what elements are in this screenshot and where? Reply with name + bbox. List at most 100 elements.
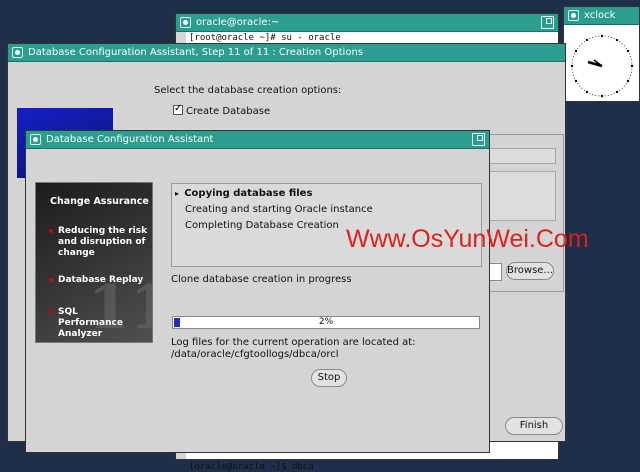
clock-tick xyxy=(572,59,574,61)
clock-tick xyxy=(626,79,630,83)
clock-tick xyxy=(615,90,619,94)
bullet-dot-icon xyxy=(49,229,53,233)
status-text: Clone database creation in progress xyxy=(171,274,352,285)
clock-tick xyxy=(570,64,574,68)
finish-button[interactable]: Finish xyxy=(505,417,563,435)
side-bullet: Database Replay xyxy=(49,275,150,285)
clock-tick xyxy=(613,92,615,94)
terminal-line: [root@oracle ~]# su - oracle xyxy=(189,33,341,43)
clock-tick xyxy=(583,89,585,91)
clock-tick xyxy=(628,77,630,79)
clock-tick xyxy=(604,95,606,97)
clock-tick xyxy=(626,49,630,53)
clock-tick xyxy=(595,36,597,38)
xclock-title: xclock xyxy=(584,10,616,21)
create-database-checkbox[interactable]: Create Database xyxy=(173,103,271,117)
clock-tick xyxy=(630,74,632,76)
clock-tick xyxy=(581,43,583,45)
clock-tick xyxy=(579,85,581,87)
current-step-arrow-icon: ▸ xyxy=(175,189,180,198)
clock-tick xyxy=(619,41,621,43)
clock-tick xyxy=(631,68,633,70)
clock-tick xyxy=(571,68,573,70)
clock-tick xyxy=(572,74,574,76)
clock-tick xyxy=(589,92,591,94)
maximize-icon[interactable] xyxy=(472,133,485,146)
clock-tick xyxy=(598,35,600,37)
side-bullet: SQL Performance Analyzer xyxy=(49,307,150,340)
log-location-path: /data/oracle/cfgtoollogs/dbca/orcl xyxy=(171,349,339,360)
clock-tick xyxy=(583,41,585,43)
clock-tick xyxy=(623,85,625,87)
site-watermark: Www.OsYunWei.Com xyxy=(346,225,589,253)
clock-tick xyxy=(628,53,630,55)
desktop: { "terminal": { "title": "oracle@oracle:… xyxy=(0,0,640,472)
clock-tick xyxy=(623,45,625,47)
log-location-label: Log files for the current operation are … xyxy=(171,337,416,348)
progress-dialog-title: Database Configuration Assistant xyxy=(46,134,214,145)
clock-tick xyxy=(619,89,621,91)
clock-tick xyxy=(625,83,627,85)
terminal-title: oracle@oracle:~ xyxy=(196,17,280,28)
clock-tick xyxy=(630,59,632,61)
clock-tick xyxy=(630,71,632,73)
clock-tick xyxy=(613,38,615,40)
xclock-titlebar[interactable]: xclock xyxy=(564,7,639,25)
xclock-window[interactable]: xclock xyxy=(563,6,640,102)
clock-tick xyxy=(585,38,589,42)
terminal-bottom-line: [oracle@oracle ~]$ dbca xyxy=(189,462,314,472)
step-item: Completing Database Creation xyxy=(185,220,339,231)
clock-tick xyxy=(572,56,574,58)
dbca-main-titlebar[interactable]: Database Configuration Assistant, Step 1… xyxy=(8,44,565,62)
clock-face-icon xyxy=(570,34,634,98)
clock-tick xyxy=(630,56,632,58)
clock-tick xyxy=(615,38,619,42)
clock-tick xyxy=(598,95,600,97)
clock-tick xyxy=(592,94,594,96)
clock-tick xyxy=(631,62,633,64)
clock-tick xyxy=(577,47,579,49)
stop-button[interactable]: Stop xyxy=(311,369,347,387)
maximize-icon[interactable] xyxy=(541,16,554,29)
checkbox-checked-icon[interactable] xyxy=(173,103,183,115)
clock-tick xyxy=(604,35,606,37)
clock-tick xyxy=(625,47,627,49)
clock-tick xyxy=(595,94,597,96)
side-bullet: Reducing the risk and disruption of chan… xyxy=(49,226,150,259)
create-database-label: Create Database xyxy=(186,106,271,117)
window-menu-icon[interactable] xyxy=(568,10,579,21)
window-menu-icon[interactable] xyxy=(180,17,191,28)
browse-button[interactable]: Browse... xyxy=(506,262,554,280)
feature-side-panel: 11g Change Assurance Reducing the risk a… xyxy=(35,182,153,343)
progress-dialog-titlebar[interactable]: Database Configuration Assistant xyxy=(26,131,489,149)
step-item: ▸ Copying database files xyxy=(175,188,313,199)
progress-bar: 2% xyxy=(172,316,480,329)
clock-tick xyxy=(607,36,609,38)
clock-tick xyxy=(574,79,578,83)
dbca-main-title: Database Configuration Assistant, Step 1… xyxy=(28,47,363,58)
clock-tick xyxy=(571,62,573,64)
side-heading: Change Assurance xyxy=(50,196,149,207)
window-menu-icon[interactable] xyxy=(12,47,23,58)
clock-tick xyxy=(630,64,634,68)
clock-tick xyxy=(592,36,594,38)
progress-dialog[interactable]: Database Configuration Assistant 11g Cha… xyxy=(25,130,490,453)
terminal-titlebar[interactable]: oracle@oracle:~ xyxy=(176,14,558,32)
bullet-dot-icon xyxy=(49,310,53,314)
window-menu-icon[interactable] xyxy=(30,134,41,145)
clock-tick xyxy=(600,34,604,38)
progress-percent: 2% xyxy=(318,317,334,327)
clock-tick xyxy=(585,90,589,94)
clock-tick xyxy=(621,43,623,45)
clock-tick xyxy=(574,53,576,55)
clock-tick xyxy=(600,94,604,98)
bullet-dot-icon xyxy=(49,278,53,282)
clock-tick xyxy=(572,71,574,73)
clock-tick xyxy=(607,94,609,96)
clock-tick xyxy=(579,45,581,47)
clock-tick xyxy=(581,87,583,89)
creation-options-prompt: Select the database creation options: xyxy=(154,85,342,96)
clock-tick xyxy=(589,38,591,40)
clock-tick xyxy=(610,36,612,38)
clock-tick xyxy=(621,87,623,89)
